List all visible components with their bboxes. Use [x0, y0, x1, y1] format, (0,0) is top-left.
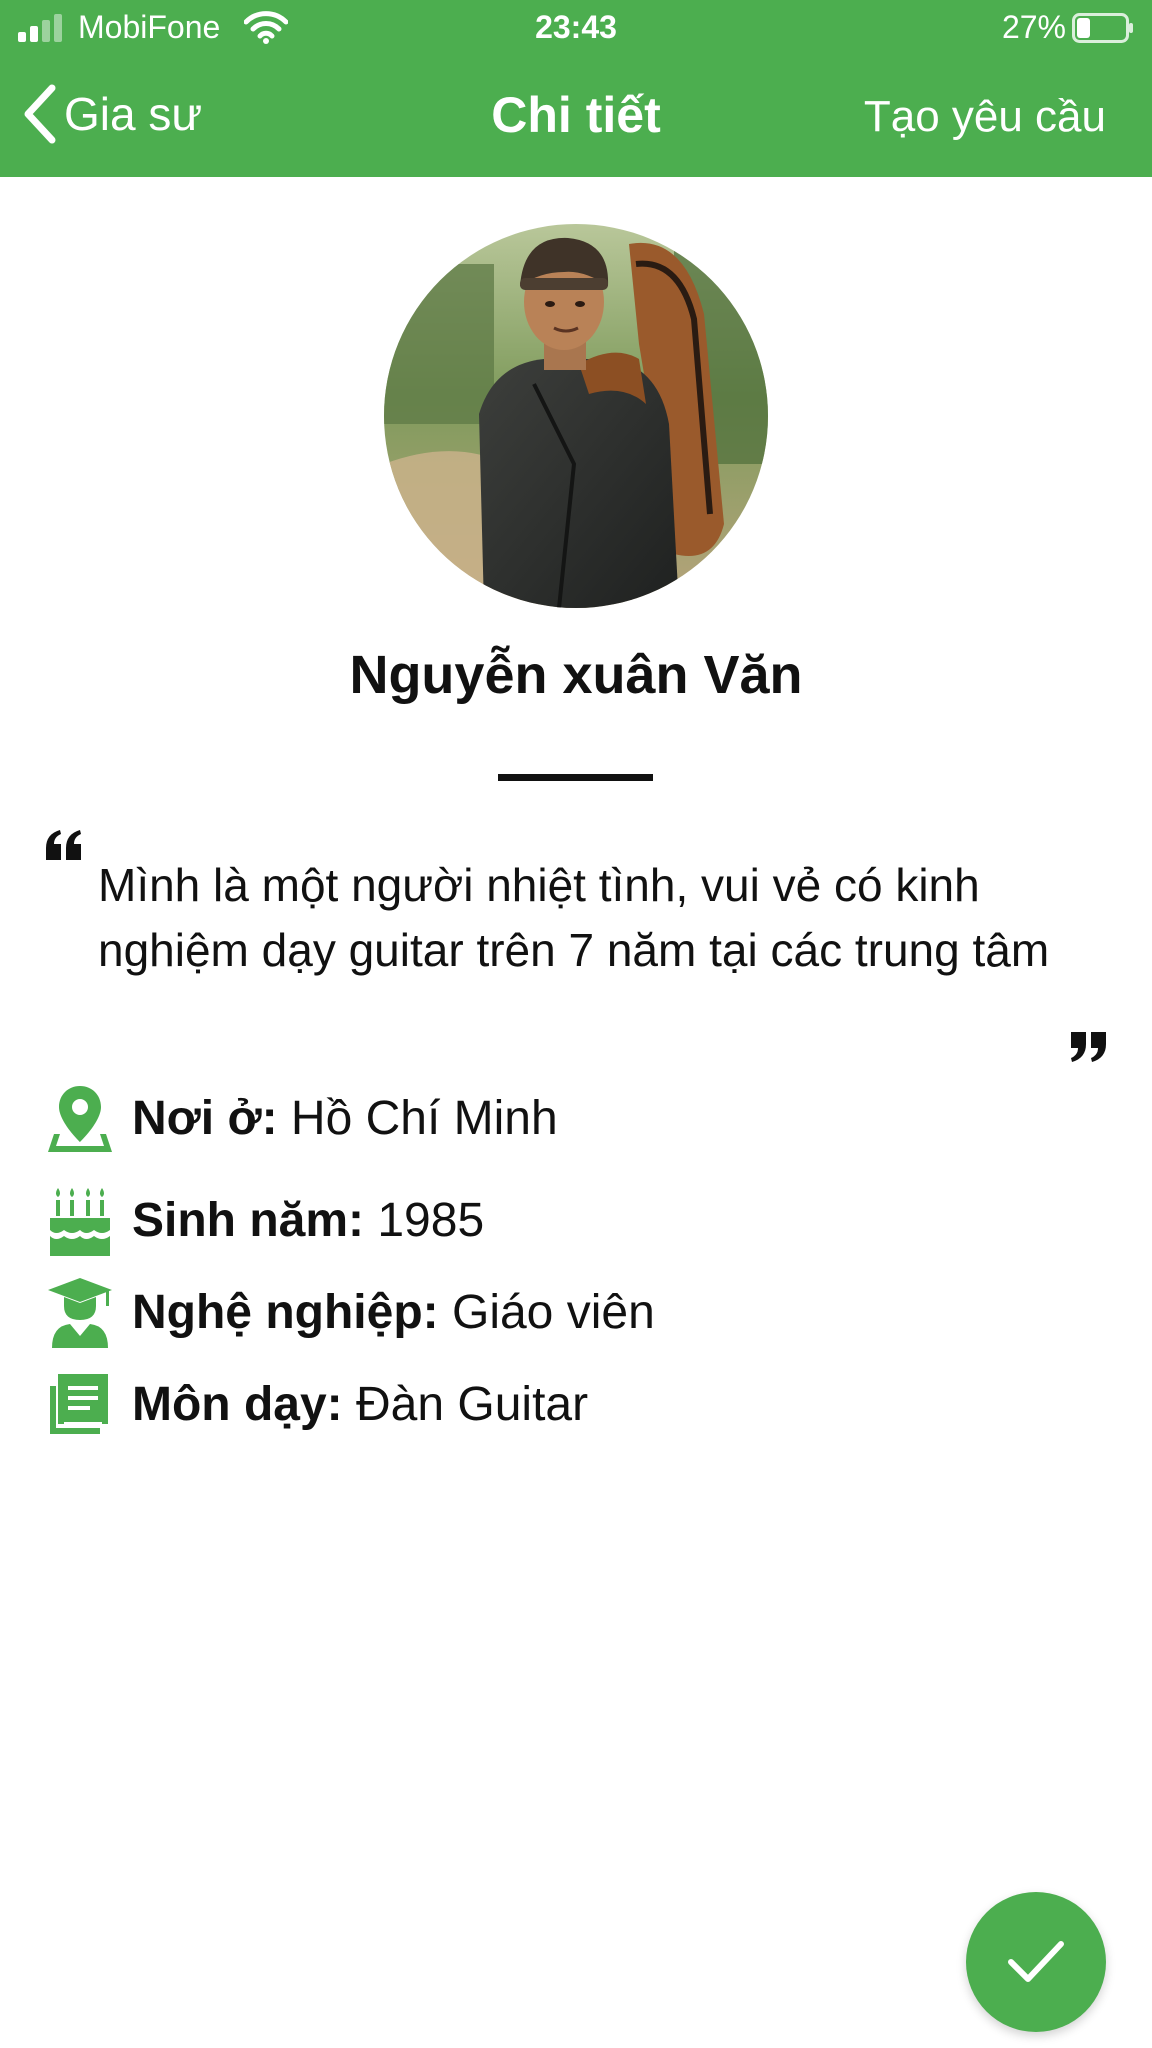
profile-photo: [384, 224, 768, 608]
battery-percent: 27%: [1001, 9, 1066, 45]
create-request-button[interactable]: Tạo yêu cầu: [864, 92, 1106, 142]
birthday-cake-icon: [40, 1182, 120, 1258]
detail-value-birth-year: 1985: [364, 1193, 485, 1247]
graduate-icon: [40, 1274, 120, 1350]
status-bar: MobiFone 23:43 27%: [0, 0, 1152, 58]
tutor-detail-screen: MobiFone 23:43 27% Gia sư Chi tiết Tạo y…: [0, 0, 1152, 2048]
detail-text-location: Nơi ở: Hồ Chí Minh: [132, 1091, 558, 1146]
detail-value-occupation: Giáo viên: [438, 1285, 655, 1339]
subject-book-icon: [40, 1366, 120, 1442]
detail-label-birth-year: Sinh năm:: [132, 1193, 365, 1247]
status-time: 23:43: [535, 9, 617, 45]
profile-quote: Mình là một người nhiệt tình, vui vẻ có …: [98, 859, 1050, 976]
navigation-bar: Gia sư Chi tiết Tạo yêu cầu: [0, 58, 1152, 177]
detail-label-subject: Môn dạy:: [132, 1377, 343, 1431]
detail-label-occupation: Nghệ nghiệp:: [132, 1285, 439, 1339]
location-pin-icon: [40, 1080, 120, 1156]
chevron-left-icon: [24, 84, 56, 144]
avatar: [384, 224, 768, 608]
detail-value-location: Hồ Chí Minh: [277, 1091, 558, 1145]
battery-level-fill: [1077, 18, 1090, 38]
back-button[interactable]: Gia sư: [20, 82, 202, 146]
detail-row-birth-year: Sinh năm: 1985: [40, 1182, 484, 1258]
back-button-label: Gia sư: [64, 88, 203, 140]
detail-row-subject: Môn dạy: Đàn Guitar: [40, 1366, 588, 1442]
quote-open-icon: [46, 830, 81, 860]
checkmark-icon: [1008, 1941, 1064, 1982]
detail-text-subject: Môn dạy: Đàn Guitar: [132, 1377, 588, 1432]
detail-value-subject: Đàn Guitar: [342, 1377, 589, 1431]
quote-close-icon: [1071, 1032, 1106, 1062]
battery-icon: [1072, 13, 1133, 43]
detail-label-location: Nơi ở:: [132, 1091, 278, 1145]
detail-text-occupation: Nghệ nghiệp: Giáo viên: [132, 1285, 655, 1340]
detail-row-location: Nơi ở: Hồ Chí Minh: [40, 1080, 558, 1156]
detail-row-occupation: Nghệ nghiệp: Giáo viên: [40, 1274, 655, 1350]
app-header: MobiFone 23:43 27% Gia sư Chi tiết Tạo y…: [0, 0, 1152, 177]
detail-text-birth-year: Sinh năm: 1985: [132, 1193, 484, 1248]
profile-name: Nguyễn xuân Văn: [349, 645, 803, 705]
name-divider: [498, 774, 653, 781]
confirm-button[interactable]: [966, 1892, 1106, 2032]
